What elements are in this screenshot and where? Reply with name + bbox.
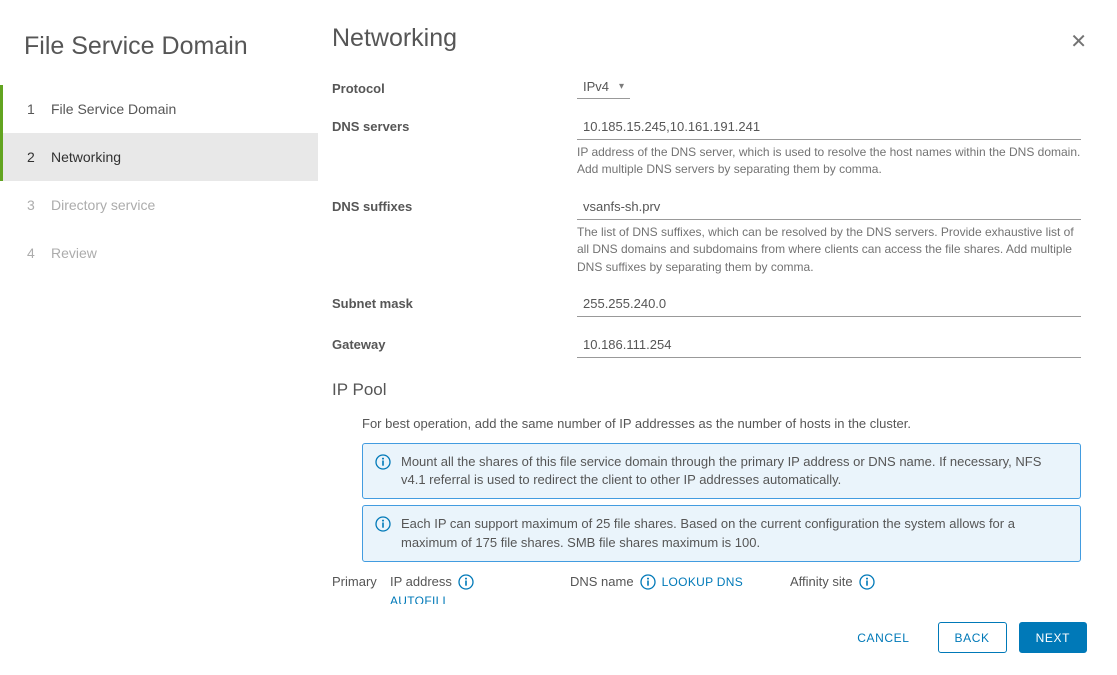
step-label: Directory service bbox=[51, 197, 155, 213]
alert-text: Mount all the shares of this file servic… bbox=[401, 453, 1068, 489]
protocol-select[interactable]: IPv4 ▾ bbox=[577, 77, 630, 99]
ip-pool-desc: For best operation, add the same number … bbox=[362, 416, 1081, 431]
protocol-value: IPv4 bbox=[583, 79, 609, 94]
col-affinity: Affinity site bbox=[790, 574, 853, 589]
alert-capacity-info: Each IP can support maximum of 25 file s… bbox=[362, 505, 1081, 561]
step-label: File Service Domain bbox=[51, 101, 176, 117]
step-file-service-domain[interactable]: 1 File Service Domain bbox=[0, 85, 318, 133]
dns-servers-label: DNS servers bbox=[332, 115, 577, 134]
info-icon bbox=[375, 516, 391, 532]
step-label: Networking bbox=[51, 149, 121, 165]
col-ip: IP address bbox=[390, 574, 452, 589]
chevron-down-icon: ▾ bbox=[619, 81, 624, 92]
col-dns: DNS name bbox=[570, 574, 634, 589]
dns-suffixes-input[interactable] bbox=[577, 195, 1081, 220]
subnet-input[interactable] bbox=[577, 292, 1081, 317]
step-label: Review bbox=[51, 245, 97, 261]
wizard-footer: CANCEL BACK NEXT bbox=[318, 604, 1117, 675]
subnet-label: Subnet mask bbox=[332, 292, 577, 311]
dns-servers-help: IP address of the DNS server, which is u… bbox=[577, 144, 1081, 179]
dns-suffixes-label: DNS suffixes bbox=[332, 195, 577, 214]
back-button[interactable]: BACK bbox=[938, 622, 1007, 653]
cancel-button[interactable]: CANCEL bbox=[841, 622, 925, 653]
info-icon[interactable] bbox=[640, 574, 656, 590]
info-icon bbox=[375, 454, 391, 470]
step-number: 3 bbox=[27, 197, 51, 213]
gateway-label: Gateway bbox=[332, 333, 577, 352]
main-panel: Networking ✕ Protocol IPv4 ▾ DNS servers bbox=[318, 0, 1117, 675]
step-number: 4 bbox=[27, 245, 51, 261]
step-number: 2 bbox=[27, 149, 51, 165]
step-directory-service[interactable]: 3 Directory service bbox=[0, 181, 318, 229]
alert-text: Each IP can support maximum of 25 file s… bbox=[401, 515, 1068, 551]
wizard-title: File Service Domain bbox=[0, 24, 318, 85]
step-networking[interactable]: 2 Networking bbox=[0, 133, 318, 181]
scroll-area[interactable]: Protocol IPv4 ▾ DNS servers IP address o… bbox=[318, 61, 1117, 604]
wizard-steps: 1 File Service Domain 2 Networking 3 Dir… bbox=[0, 85, 318, 277]
autofill-link[interactable]: AUTOFILL bbox=[390, 594, 450, 604]
close-icon[interactable]: ✕ bbox=[1070, 24, 1087, 52]
protocol-label: Protocol bbox=[332, 77, 577, 96]
next-button[interactable]: NEXT bbox=[1019, 622, 1087, 653]
ip-pool-columns: Primary IP address DNS name LOOKUP DNS A… bbox=[332, 574, 1081, 590]
dns-servers-input[interactable] bbox=[577, 115, 1081, 140]
lookup-dns-link[interactable]: LOOKUP DNS bbox=[662, 575, 743, 589]
step-number: 1 bbox=[27, 101, 51, 117]
wizard-sidebar: File Service Domain 1 File Service Domai… bbox=[0, 0, 318, 675]
gateway-input[interactable] bbox=[577, 333, 1081, 358]
dns-suffixes-help: The list of DNS suffixes, which can be r… bbox=[577, 224, 1081, 276]
alert-mount-info: Mount all the shares of this file servic… bbox=[362, 443, 1081, 499]
step-review[interactable]: 4 Review bbox=[0, 229, 318, 277]
page-title: Networking bbox=[332, 24, 457, 53]
ip-pool-heading: IP Pool bbox=[332, 380, 1081, 400]
info-icon[interactable] bbox=[458, 574, 474, 590]
col-primary: Primary bbox=[332, 574, 390, 589]
info-icon[interactable] bbox=[859, 574, 875, 590]
